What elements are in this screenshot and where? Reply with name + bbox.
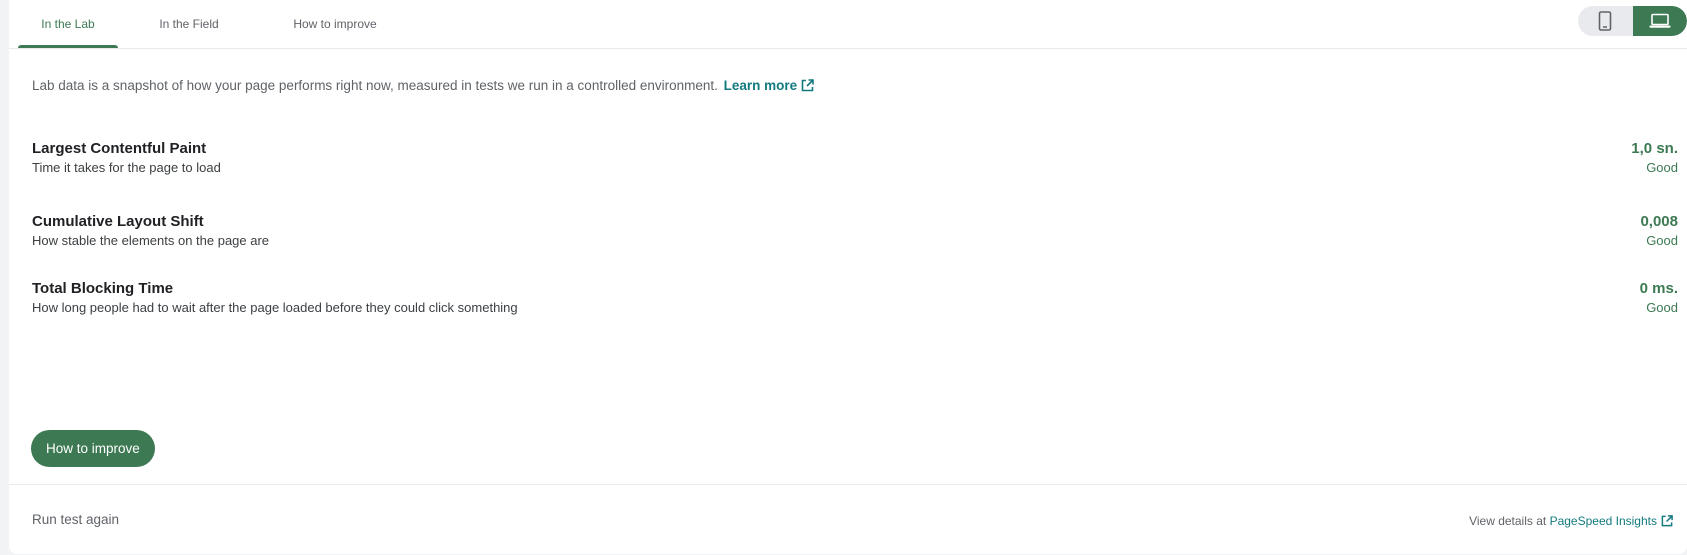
metric-largest-contentful-paint: Largest Contentful Paint Time it takes f… xyxy=(32,140,1678,180)
run-test-again-button[interactable]: Run test again xyxy=(32,512,119,527)
desktop-device-button[interactable] xyxy=(1633,6,1687,36)
mobile-phone-icon xyxy=(1598,11,1612,31)
metric-description: How long people had to wait after the pa… xyxy=(32,300,518,315)
tab-in-the-field[interactable]: In the Field xyxy=(139,0,239,48)
tab-bar: In the Lab In the Field How to improve xyxy=(9,0,1687,49)
metric-description: Time it takes for the page to load xyxy=(32,160,221,175)
laptop-icon xyxy=(1649,13,1671,28)
metric-rating: Good xyxy=(1646,160,1678,175)
metric-total-blocking-time: Total Blocking Time How long people had … xyxy=(32,280,1678,320)
intro-text: Lab data is a snapshot of how your page … xyxy=(32,78,718,93)
metric-value: 1,0 sn. xyxy=(1631,140,1678,157)
metric-cumulative-layout-shift: Cumulative Layout Shift How stable the e… xyxy=(32,213,1678,253)
metric-rating: Good xyxy=(1646,233,1678,248)
external-link-icon xyxy=(1661,515,1673,527)
metric-name: Total Blocking Time xyxy=(32,280,174,297)
mobile-device-button[interactable] xyxy=(1578,6,1632,36)
device-toggle xyxy=(1578,6,1687,36)
view-details-text: View details at PageSpeed Insights xyxy=(1469,514,1673,528)
metric-name: Largest Contentful Paint xyxy=(32,140,207,157)
learn-more-link[interactable]: Learn more xyxy=(724,78,815,93)
external-link-icon xyxy=(801,79,814,92)
lab-data-card: In the Lab In the Field How to improve L… xyxy=(9,0,1687,554)
metric-description: How stable the elements on the page are xyxy=(32,233,270,248)
metric-rating: Good xyxy=(1646,300,1678,315)
metric-name: Cumulative Layout Shift xyxy=(32,213,204,230)
tab-how-to-improve[interactable]: How to improve xyxy=(272,0,398,48)
metric-value: 0 ms. xyxy=(1639,280,1678,297)
how-to-improve-button[interactable]: How to improve xyxy=(31,430,155,467)
lab-data-intro: Lab data is a snapshot of how your page … xyxy=(32,78,814,93)
view-details-prefix: View details at xyxy=(1469,514,1547,528)
pagespeed-insights-link[interactable]: PageSpeed Insights xyxy=(1550,514,1673,528)
card-footer: Run test again View details at PageSpeed… xyxy=(9,484,1687,555)
metric-value: 0,008 xyxy=(1640,213,1678,230)
tab-in-the-lab[interactable]: In the Lab xyxy=(18,0,118,48)
